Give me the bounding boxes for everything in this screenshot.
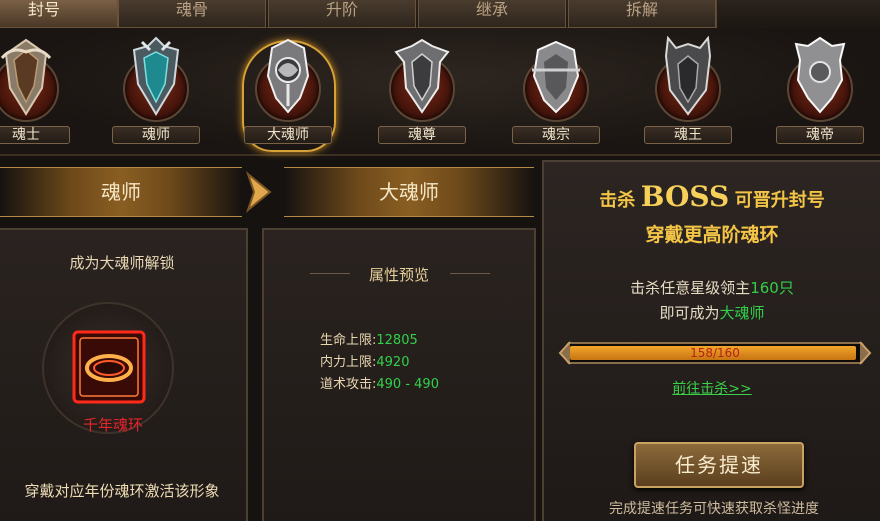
- kill-requirement: 击杀任意星级领主160只: [544, 277, 880, 298]
- teal-shield-emblem-icon: [132, 36, 180, 116]
- rank-item-hunzong[interactable]: 魂宗: [508, 36, 604, 150]
- become-rank-name: 大魂师: [719, 304, 765, 322]
- rank-item-hunzun[interactable]: 魂尊: [374, 36, 470, 150]
- kill-progress-bar: 158/160: [566, 342, 864, 364]
- promotion-subtitle: 穿戴更高阶魂环: [645, 224, 779, 246]
- rank-label: 大魂师: [244, 126, 332, 144]
- stat-label: 道术攻击:: [320, 377, 377, 392]
- winged-helmet-emblem-icon: [394, 38, 450, 114]
- title-prefix: 击杀: [599, 190, 636, 211]
- tab-upgrade[interactable]: 升阶: [268, 0, 416, 28]
- soul-knight-emblem-icon: [0, 38, 52, 116]
- middle-panel: 属性预览 生命上限:12805 内力上限:4920 道术攻击:490 - 490: [262, 228, 536, 521]
- progress-cap-right-icon: [859, 341, 872, 365]
- stat-row: 道术攻击:490 - 490: [320, 374, 439, 396]
- rank-item-hunwang[interactable]: 魂王: [640, 36, 736, 150]
- stat-value: 490 - 490: [376, 377, 439, 392]
- thousand-year-ring-icon[interactable]: [66, 324, 152, 410]
- silver-crest-emblem-icon: [266, 38, 310, 114]
- tab-bar-filler: [716, 0, 880, 28]
- attribute-preview-title: 属性预览: [368, 266, 429, 284]
- tab-bar: 封号 魂骨 升阶 继承 拆解: [0, 0, 880, 28]
- unlock-text: 成为大魂师解锁: [69, 254, 175, 272]
- stat-value: 4920: [376, 355, 410, 370]
- progress-cap-left-icon: [558, 341, 571, 365]
- dark-armor-emblem-icon: [664, 36, 712, 116]
- rank-label: 魂宗: [512, 126, 600, 144]
- tab-dismantle[interactable]: 拆解: [568, 0, 716, 28]
- rank-item-dahunshi[interactable]: 大魂师: [240, 36, 336, 152]
- rank-label: 魂士: [0, 126, 70, 144]
- title-boss: BOSS: [640, 180, 730, 213]
- next-rank-header: 大魂师: [284, 167, 534, 217]
- ring-label: 千年魂环: [82, 416, 143, 434]
- kill-progress-text: 158/160: [690, 346, 740, 360]
- stat-label: 内力上限:: [320, 355, 377, 370]
- rank-label: 魂王: [644, 126, 732, 144]
- promotion-title: 击杀 BOSS 可晋升封号: [544, 180, 880, 213]
- tab-title[interactable]: 封号: [0, 0, 118, 28]
- tab-soul-bone[interactable]: 魂骨: [118, 0, 266, 28]
- arrow-right-icon: [245, 171, 272, 213]
- current-rank-header: 魂师: [0, 167, 242, 217]
- rank-label: 魂帝: [776, 126, 864, 144]
- task-speedup-button[interactable]: 任务提速: [634, 442, 804, 488]
- stat-row: 内力上限:4920: [320, 352, 439, 374]
- tab-inherit[interactable]: 继承: [418, 0, 566, 28]
- left-panel: 成为大魂师解锁 千年魂环 穿戴对应年份魂环激活该形象: [0, 228, 248, 521]
- stats-list: 生命上限:12805 内力上限:4920 道术攻击:490 - 490: [320, 330, 439, 396]
- become-text: 即可成为: [659, 304, 720, 322]
- round-shield-emblem-icon: [532, 40, 580, 114]
- rank-item-hundi[interactable]: 魂帝: [772, 36, 868, 150]
- become-rank: 即可成为大魂师: [544, 302, 880, 323]
- dragon-crest-emblem-icon: [794, 36, 846, 114]
- rank-item-hunshi2[interactable]: 魂师: [108, 36, 204, 150]
- stat-row: 生命上限:12805: [320, 330, 439, 352]
- divider-right: [450, 273, 490, 274]
- rank-label: 魂尊: [378, 126, 466, 144]
- kill-count: 160只: [750, 279, 794, 297]
- stat-label: 生命上限:: [320, 333, 377, 348]
- rank-item-hunshi[interactable]: 魂士: [0, 36, 74, 150]
- activate-hint: 穿戴对应年份魂环激活该形象: [24, 482, 220, 500]
- right-panel: 击杀 BOSS 可晋升封号 穿戴更高阶魂环 击杀任意星级领主160只 即可成为大…: [542, 160, 880, 521]
- speedup-hint: 完成提速任务可快速获取杀怪进度: [609, 501, 819, 517]
- kill-text: 击杀任意星级领主: [630, 279, 751, 297]
- goto-kill-link[interactable]: 前往击杀>>: [544, 378, 880, 398]
- title-suffix: 可晋升封号: [734, 190, 825, 211]
- rank-label: 魂师: [112, 126, 200, 144]
- stat-value: 12805: [376, 333, 418, 348]
